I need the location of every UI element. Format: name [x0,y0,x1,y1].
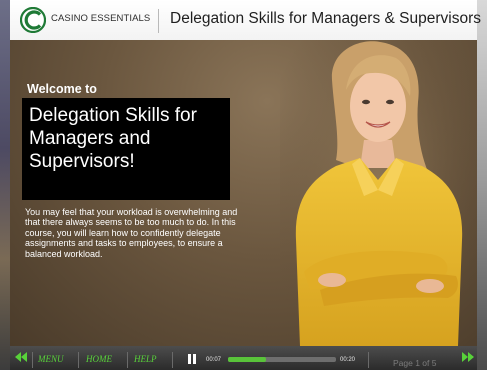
slide-title: Delegation Skills for Managers and Super… [29,105,197,172]
page-indicator: Page 1 of 5 [393,358,437,368]
total-time: 00:20 [340,357,356,363]
progress-fill [228,357,266,362]
course-title: Delegation Skills for Managers & Supervi… [170,10,481,27]
intro-paragraph: You may feel that your workload is overw… [25,207,238,259]
presenter-photo [280,40,477,346]
control-divider [78,352,79,368]
back-button[interactable] [14,350,28,364]
welcome-heading: Welcome to [27,82,97,96]
slide-stage: Welcome to Delegation Skills for Manager… [10,40,477,346]
control-divider [127,352,128,368]
help-link[interactable]: HELP [134,354,157,364]
control-divider [368,352,369,368]
course-player: CASINO ESSENTIALS Delegation Skills for … [10,0,481,370]
forward-arrow-icon [462,352,474,362]
pause-icon[interactable] [187,354,197,364]
casino-essentials-logo [20,7,46,33]
header-divider [158,9,159,33]
progress-bar[interactable] [228,357,336,362]
brand-name: CASINO ESSENTIALS [51,13,151,24]
home-link[interactable]: HOME [86,354,112,364]
menu-link[interactable]: MENU [38,354,64,364]
forward-button[interactable] [461,350,475,364]
current-time: 00:07 [206,357,222,363]
right-edge-backdrop [477,0,487,370]
back-arrow-icon [15,352,27,362]
player-controls: MENU HOME HELP 00:07 00:20 Page 1 of 5 [10,346,477,370]
title-box: Delegation Skills for Managers and Super… [22,98,230,200]
control-divider [32,352,33,368]
control-divider [172,352,173,368]
course-header: CASINO ESSENTIALS Delegation Skills for … [10,0,481,41]
left-edge-backdrop [0,0,10,370]
